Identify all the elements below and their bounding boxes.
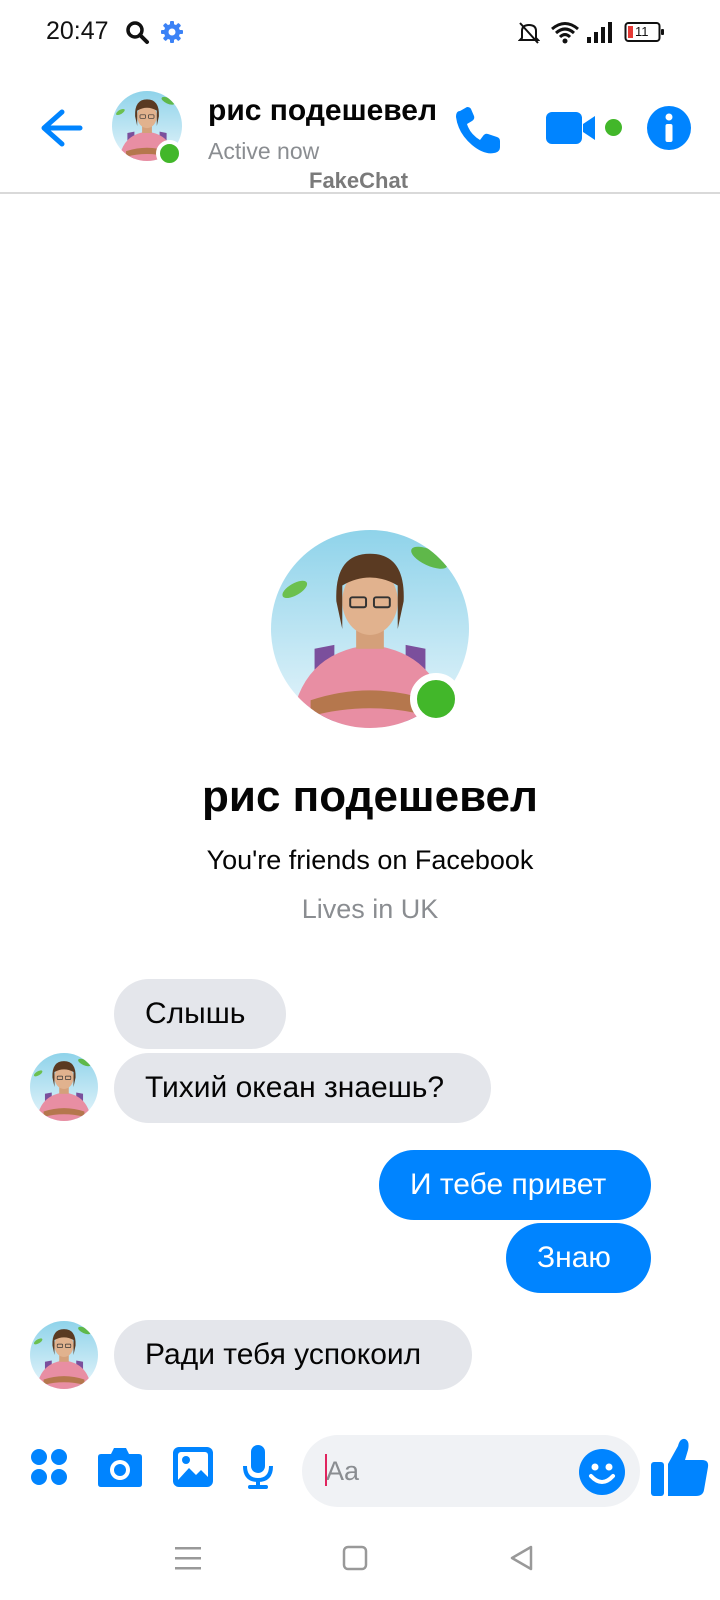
triangle-back-icon — [510, 1545, 533, 1571]
message-bubble[interactable]: Слышь — [114, 979, 286, 1049]
video-camera-icon — [546, 112, 595, 144]
back-arrow-icon — [41, 109, 83, 147]
apps-icon — [31, 1449, 67, 1485]
info-button[interactable] — [646, 105, 692, 151]
camera-icon — [98, 1448, 142, 1487]
info-icon — [647, 106, 691, 150]
profile-friends-text: You're friends on Facebook — [206, 845, 534, 875]
profile-location: Lives in UK — [301, 894, 439, 924]
message-avatar[interactable] — [30, 1053, 98, 1121]
mute-icon — [517, 21, 541, 50]
like-button[interactable] — [650, 1436, 710, 1498]
text-cursor — [325, 1454, 327, 1486]
video-call-button[interactable] — [545, 108, 601, 148]
image-icon — [173, 1447, 213, 1487]
watermark: FakeChat — [309, 168, 409, 193]
profile-online-indicator — [410, 673, 462, 725]
battery-level: 11 — [635, 24, 649, 39]
message-bubble[interactable]: Ради тебя успокоил — [114, 1320, 472, 1390]
gear-icon — [160, 20, 184, 49]
message-bubble[interactable]: И тебе привет — [379, 1150, 651, 1220]
microphone-icon — [243, 1445, 273, 1489]
menu-icon — [175, 1547, 201, 1570]
signal-icon — [586, 20, 614, 49]
battery-icon: 11 — [624, 20, 666, 44]
gallery-button[interactable] — [172, 1446, 214, 1493]
contact-status: Active now — [208, 138, 320, 164]
more-actions-button[interactable] — [30, 1448, 68, 1491]
message-avatar[interactable] — [30, 1321, 98, 1389]
composer — [0, 1426, 720, 1516]
message-bubble[interactable]: Знаю — [506, 1223, 651, 1293]
recents-button[interactable] — [172, 1542, 204, 1574]
emoji-button[interactable] — [578, 1448, 626, 1496]
message-bubble[interactable]: Тихий океан знаешь? — [114, 1053, 491, 1123]
contact-name[interactable]: рис подешевел — [208, 94, 437, 128]
status-time: 20:47 — [46, 17, 109, 45]
status-bar: 20:47 11 — [0, 0, 720, 64]
camera-button[interactable] — [97, 1446, 143, 1493]
square-icon — [342, 1545, 368, 1571]
back-nav-button[interactable] — [506, 1542, 538, 1574]
voice-call-button[interactable] — [452, 102, 504, 154]
system-navigation-bar — [0, 1516, 720, 1600]
chat-header: рис подешевел Active now FakeChat — [0, 64, 720, 194]
home-button[interactable] — [339, 1542, 371, 1574]
profile-name: рис подешевел — [202, 772, 538, 821]
online-indicator — [156, 140, 183, 167]
back-button[interactable] — [36, 104, 84, 152]
voice-record-button[interactable] — [242, 1444, 274, 1495]
smiley-icon — [579, 1449, 625, 1495]
video-active-dot — [605, 119, 622, 136]
wifi-icon — [550, 20, 580, 49]
phone-icon — [456, 107, 500, 154]
thumbs-up-icon — [651, 1438, 709, 1496]
search-icon — [124, 19, 150, 50]
